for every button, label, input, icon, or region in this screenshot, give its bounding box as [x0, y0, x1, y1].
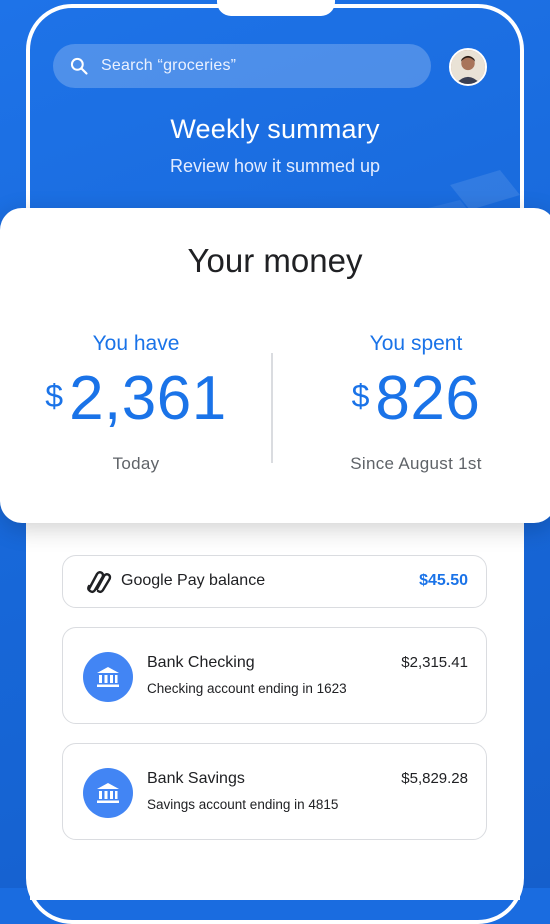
bank-icon [83, 768, 133, 818]
account-balance: $5,829.28 [401, 770, 468, 787]
amount-value: 2,361 [69, 364, 227, 433]
you-have-caption: Today [112, 454, 160, 473]
account-description: Savings account ending in 4815 [147, 797, 339, 812]
vertical-divider [271, 353, 273, 463]
you-spent-caption: Since August 1st [350, 454, 482, 473]
account-name: Bank Savings [147, 770, 245, 787]
bank-savings-row[interactable]: Bank Savings Savings account ending in 4… [62, 743, 487, 840]
you-spent-label: You spent [369, 332, 463, 355]
account-name: Bank Checking [147, 654, 255, 671]
you-spent-section: You spent $ 826 Since August 1st [280, 332, 550, 474]
account-description: Checking account ending in 1623 [147, 681, 347, 696]
phone-notch [217, 0, 335, 16]
bank-icon [83, 652, 133, 702]
search-placeholder: Search “groceries” [101, 57, 237, 74]
bank-checking-row[interactable]: Bank Checking Checking account ending in… [62, 627, 487, 724]
card-title: Your money [187, 242, 363, 279]
search-bar[interactable]: Search “groceries” [53, 44, 431, 88]
search-icon [70, 57, 88, 75]
you-spent-amount: $ 826 [280, 368, 550, 430]
you-have-label: You have [92, 332, 180, 355]
currency-symbol: $ [351, 378, 370, 414]
google-pay-balance-row[interactable]: Google Pay balance $45.50 [62, 555, 487, 608]
account-balance: $2,315.41 [401, 654, 468, 671]
google-pay-icon [87, 571, 112, 593]
you-have-amount: $ 2,361 [0, 368, 272, 430]
google-pay-amount: $45.50 [419, 572, 468, 589]
you-have-section: You have $ 2,361 Today [0, 332, 272, 474]
your-money-card: Your money You have $ 2,361 Today You sp… [0, 208, 550, 523]
avatar[interactable] [449, 48, 487, 86]
currency-symbol: $ [45, 378, 64, 414]
amount-value: 826 [375, 364, 481, 433]
google-pay-label: Google Pay balance [121, 572, 266, 589]
page-title: Weekly summary [170, 114, 380, 144]
